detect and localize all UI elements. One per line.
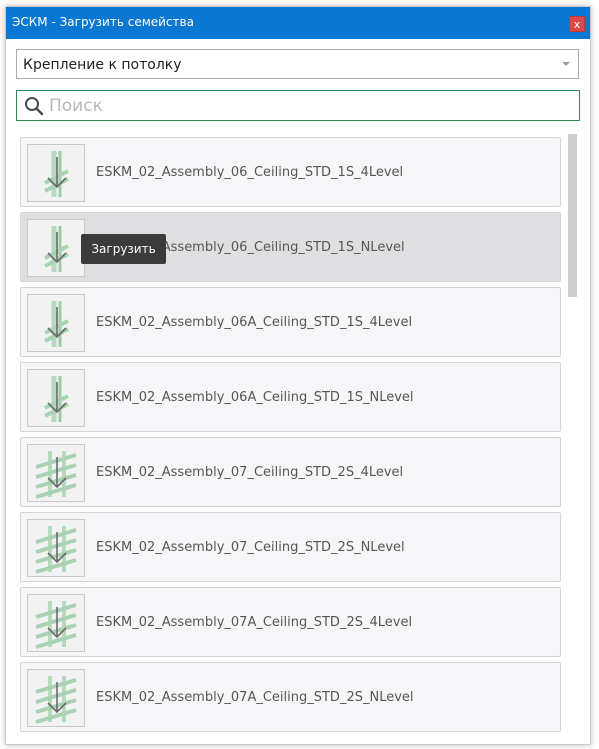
window-title: ЭСКМ - Загрузить семейства — [12, 15, 194, 29]
double-strut-icon — [35, 526, 77, 574]
scrollbar-track[interactable] — [568, 134, 577, 744]
single-strut-icon — [44, 301, 69, 347]
family-name: ESKM_02_Assembly_06_Ceiling_STD_1S_4Leve… — [96, 165, 404, 180]
family-name: ESKM_02_Assembly_07_Ceiling_STD_2S_NLeve… — [96, 540, 405, 555]
family-item[interactable]: ESKM_02_Assembly_07_Ceiling_STD_2S_NLeve… — [20, 512, 561, 582]
search-box[interactable] — [16, 90, 580, 121]
double-strut-icon — [35, 601, 77, 649]
family-item[interactable]: ESKM_02_Assembly_07A_Ceiling_STD_2S_4Lev… — [20, 587, 561, 657]
family-thumbnail — [27, 444, 85, 502]
family-thumbnail — [27, 594, 85, 652]
family-thumbnail — [27, 369, 85, 427]
family-item[interactable]: ESKM_02_Assembly_06A_Ceiling_STD_1S_NLev… — [20, 362, 561, 432]
close-button[interactable]: x — [569, 16, 585, 32]
category-dropdown-value: Крепление к потолку — [23, 57, 182, 73]
load-tooltip: Загрузить — [81, 234, 166, 264]
family-item[interactable]: ESKM_02_Assembly_07_Ceiling_STD_2S_4Leve… — [20, 437, 561, 507]
family-thumbnail — [27, 519, 85, 577]
family-item[interactable]: ESKM_02_Assembly_06A_Ceiling_STD_1S_4Lev… — [20, 287, 561, 357]
scrollbar-thumb[interactable] — [568, 134, 577, 297]
single-strut-icon — [44, 226, 69, 272]
family-item[interactable]: ESKM_02_Assembly_06_Ceiling_STD_1S_4Leve… — [20, 137, 561, 207]
search-input[interactable] — [47, 92, 571, 120]
double-strut-icon — [35, 451, 77, 499]
single-strut-icon — [44, 151, 69, 197]
family-list: ESKM_02_Assembly_06_Ceiling_STD_1S_4Leve… — [6, 131, 590, 744]
title-bar: ЭСКМ - Загрузить семейства x — [6, 7, 590, 39]
load-families-window: ЭСКМ - Загрузить семейства x Крепление к… — [5, 6, 591, 745]
family-name: ESKM_02_Assembly_06A_Ceiling_STD_1S_4Lev… — [96, 315, 413, 330]
family-name: ESKM_02_Assembly_07A_Ceiling_STD_2S_NLev… — [96, 690, 414, 705]
family-name: ESKM_02_Assembly_07_Ceiling_STD_2S_4Leve… — [96, 465, 404, 480]
single-strut-icon — [44, 376, 69, 422]
family-thumbnail — [27, 294, 85, 352]
category-dropdown[interactable]: Крепление к потолку — [16, 49, 579, 79]
family-name: ESKM_02_Assembly_06A_Ceiling_STD_1S_NLev… — [96, 390, 414, 405]
double-strut-icon — [35, 676, 77, 724]
family-thumbnail — [27, 219, 85, 277]
family-thumbnail — [27, 669, 85, 727]
chevron-down-icon — [562, 62, 570, 66]
family-name: ESKM_02_Assembly_07A_Ceiling_STD_2S_4Lev… — [96, 615, 413, 630]
search-icon — [25, 97, 44, 116]
family-thumbnail — [27, 144, 85, 202]
family-item[interactable]: ESKM_02_Assembly_07A_Ceiling_STD_2S_NLev… — [20, 662, 561, 732]
